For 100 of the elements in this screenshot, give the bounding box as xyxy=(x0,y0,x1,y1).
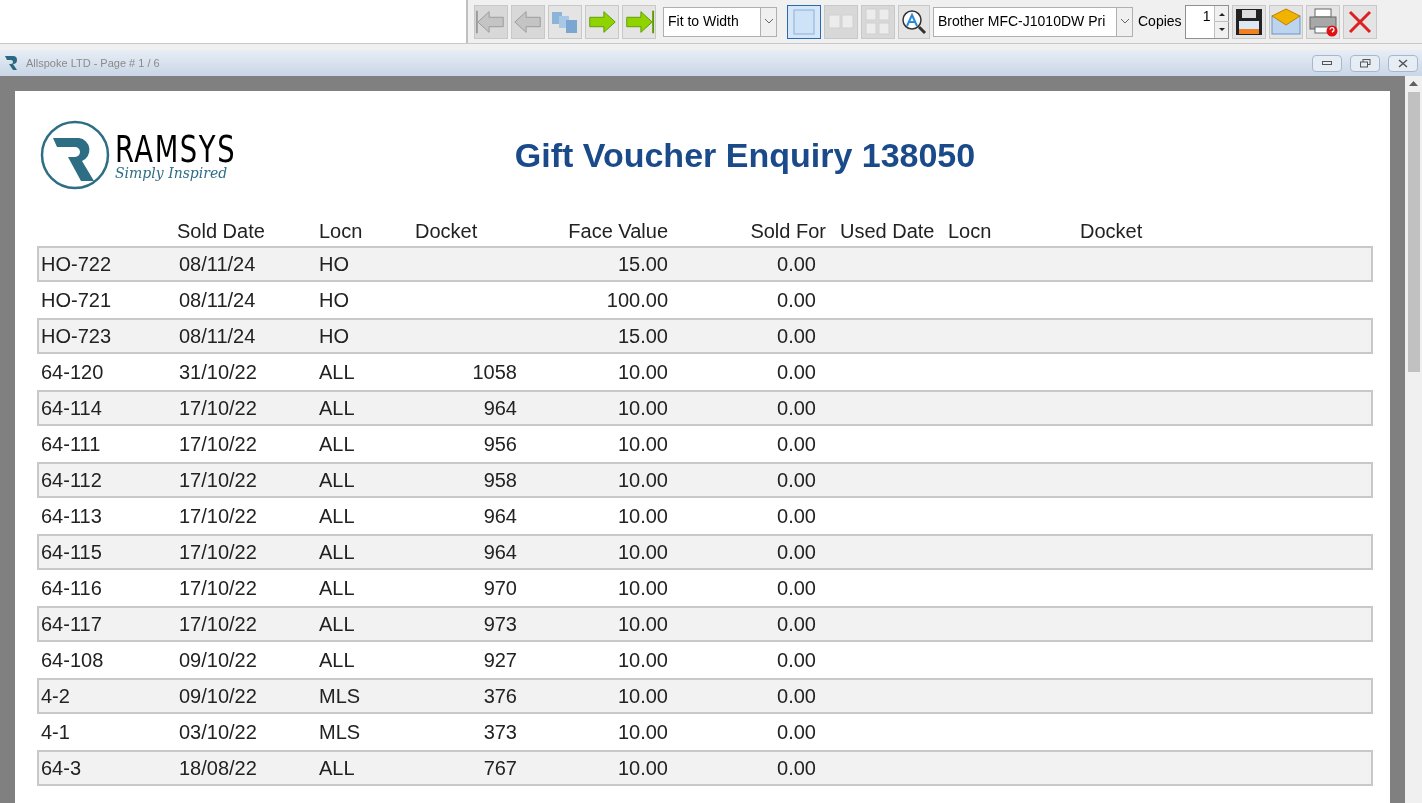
logo-name: RAMSYS xyxy=(115,130,237,168)
table-cell-text: ALL xyxy=(319,432,356,457)
scroll-up-icon[interactable] xyxy=(1409,81,1418,86)
single-page-button[interactable] xyxy=(787,4,821,39)
restore-button[interactable] xyxy=(1350,54,1380,72)
table-cell-text: 17/10/22 xyxy=(178,504,258,529)
scrollbar-thumb[interactable] xyxy=(1407,92,1420,372)
logo-icon xyxy=(4,55,18,71)
table-cell-text: 17/10/22 xyxy=(178,396,258,421)
table-cell-text: ALL xyxy=(319,504,356,529)
table-cell-text: 09/10/22 xyxy=(178,684,258,709)
table-cell-text: 31/10/22 xyxy=(178,360,258,385)
table-cell-text: 958 xyxy=(482,468,517,493)
table-cell-text: 0.00 xyxy=(776,324,817,349)
table-cell-text: 373 xyxy=(482,720,517,745)
table-cell-text: 970 xyxy=(482,576,517,601)
table-cell-text: 10.00 xyxy=(616,468,668,493)
table-cell-text: 64-112 xyxy=(40,468,103,493)
caret-icon xyxy=(764,19,773,24)
table-cell-text: 64-111 xyxy=(40,432,102,457)
table-cell-text: 10.00 xyxy=(616,540,668,565)
table-cell-text: 17/10/22 xyxy=(178,576,258,601)
close-icon xyxy=(1398,58,1408,68)
window-title: Allspoke LTD - Page # 1 / 6 xyxy=(26,55,160,71)
table-cell-text: 17/10/22 xyxy=(178,612,258,637)
multi-page-button[interactable] xyxy=(548,4,582,39)
restore-icon xyxy=(1359,58,1371,68)
table-cell-text: 09/10/22 xyxy=(178,648,258,673)
table-cell-text: 10.00 xyxy=(616,396,668,421)
column-header: Face Value xyxy=(567,219,668,244)
table-cell-text: ALL xyxy=(319,360,356,385)
table-cell-text: 10.00 xyxy=(616,684,668,709)
table-cell-text: MLS xyxy=(319,684,362,709)
table-cell-text: 64-115 xyxy=(40,540,103,565)
table-cell-text: 08/11/24 xyxy=(178,252,257,277)
table-cell-text: 0.00 xyxy=(776,576,817,601)
table-cell-text: 0.00 xyxy=(776,432,817,457)
table-cell-text: 0.00 xyxy=(776,612,817,637)
column-header: Docket xyxy=(414,219,479,244)
table-cell-text: 0.00 xyxy=(776,252,817,277)
table-cell-text: 964 xyxy=(482,540,517,565)
printer-dropdown[interactable]: Brother MFC-J1010DW Pri xyxy=(933,6,1133,37)
table-cell-text: ALL xyxy=(319,612,356,637)
table-cell-text: ALL xyxy=(319,756,356,781)
table-cell-text: 15.00 xyxy=(616,324,668,349)
table-cell-text: 17/10/22 xyxy=(178,540,258,565)
table-cell-text: 956 xyxy=(482,432,517,457)
caret-icon xyxy=(1120,19,1129,24)
table-cell-text: 4-1 xyxy=(40,720,71,745)
table-cell-text: 18/08/22 xyxy=(178,756,258,781)
last-page-button[interactable] xyxy=(622,4,656,39)
report-title: Gift Voucher Enquiry 138050 xyxy=(513,134,977,176)
table-cell-text: 927 xyxy=(482,648,517,673)
table-cell-text: 964 xyxy=(482,504,517,529)
table-cell-text: ALL xyxy=(319,396,356,421)
table-cell-text: ALL xyxy=(319,468,356,493)
logo-tagline: Simply Inspired xyxy=(115,166,229,180)
table-cell-text: 0.00 xyxy=(776,360,817,385)
logo-icon xyxy=(39,119,111,191)
table-cell-text: 1058 xyxy=(471,360,517,385)
table-cell-text: 10.00 xyxy=(616,648,668,673)
table-cell-text: 64-3 xyxy=(40,756,83,781)
table-cell-text: 64-117 xyxy=(40,612,103,637)
save-button[interactable] xyxy=(1231,4,1266,39)
table-cell-text: 17/10/22 xyxy=(178,468,258,493)
minimize-button[interactable] xyxy=(1312,54,1342,72)
table-cell-text: 64-114 xyxy=(40,396,103,421)
table-cell-text: 767 xyxy=(482,756,517,781)
copies-spinner[interactable]: 1 xyxy=(1184,4,1229,39)
table-cell-text: 0.00 xyxy=(776,648,817,673)
table-cell-text: 03/10/22 xyxy=(178,720,258,745)
table-cell-text: HO-723 xyxy=(40,324,113,349)
close-window-button[interactable] xyxy=(1388,54,1418,72)
table-cell-text: 4-2 xyxy=(40,684,71,709)
zoom-dropdown[interactable]: Fit to Width xyxy=(663,6,777,37)
table-cell-text: 10.00 xyxy=(616,432,668,457)
table-cell-text: 10.00 xyxy=(616,504,668,529)
table-cell-text: 0.00 xyxy=(776,504,817,529)
table-cell-text: 0.00 xyxy=(776,720,817,745)
close-button[interactable] xyxy=(1342,4,1377,39)
search-button[interactable] xyxy=(898,4,930,39)
table-cell-text: ALL xyxy=(319,576,356,601)
table-cell-text: 376 xyxy=(482,684,517,709)
table-cell-text: 0.00 xyxy=(776,684,817,709)
table-cell-text: 0.00 xyxy=(776,756,817,781)
table-cell-text: 0.00 xyxy=(776,468,817,493)
table-cell-text: 0.00 xyxy=(776,540,817,565)
column-header: Sold For xyxy=(749,219,826,244)
table-cell-text: HO xyxy=(319,324,350,349)
next-page-button[interactable] xyxy=(585,4,619,39)
table-cell-text: HO xyxy=(319,252,350,277)
scrollbar[interactable] xyxy=(1405,76,1422,803)
table-cell-text: 10.00 xyxy=(616,612,668,637)
column-header: Locn xyxy=(948,219,993,244)
table-cell-text: 10.00 xyxy=(616,720,668,745)
column-header: Used Date xyxy=(839,219,936,244)
print-button[interactable] xyxy=(1305,4,1340,39)
table-cell-text: 973 xyxy=(482,612,517,637)
column-header: Docket xyxy=(1079,219,1144,244)
table-cell-text: 08/11/24 xyxy=(178,288,257,313)
